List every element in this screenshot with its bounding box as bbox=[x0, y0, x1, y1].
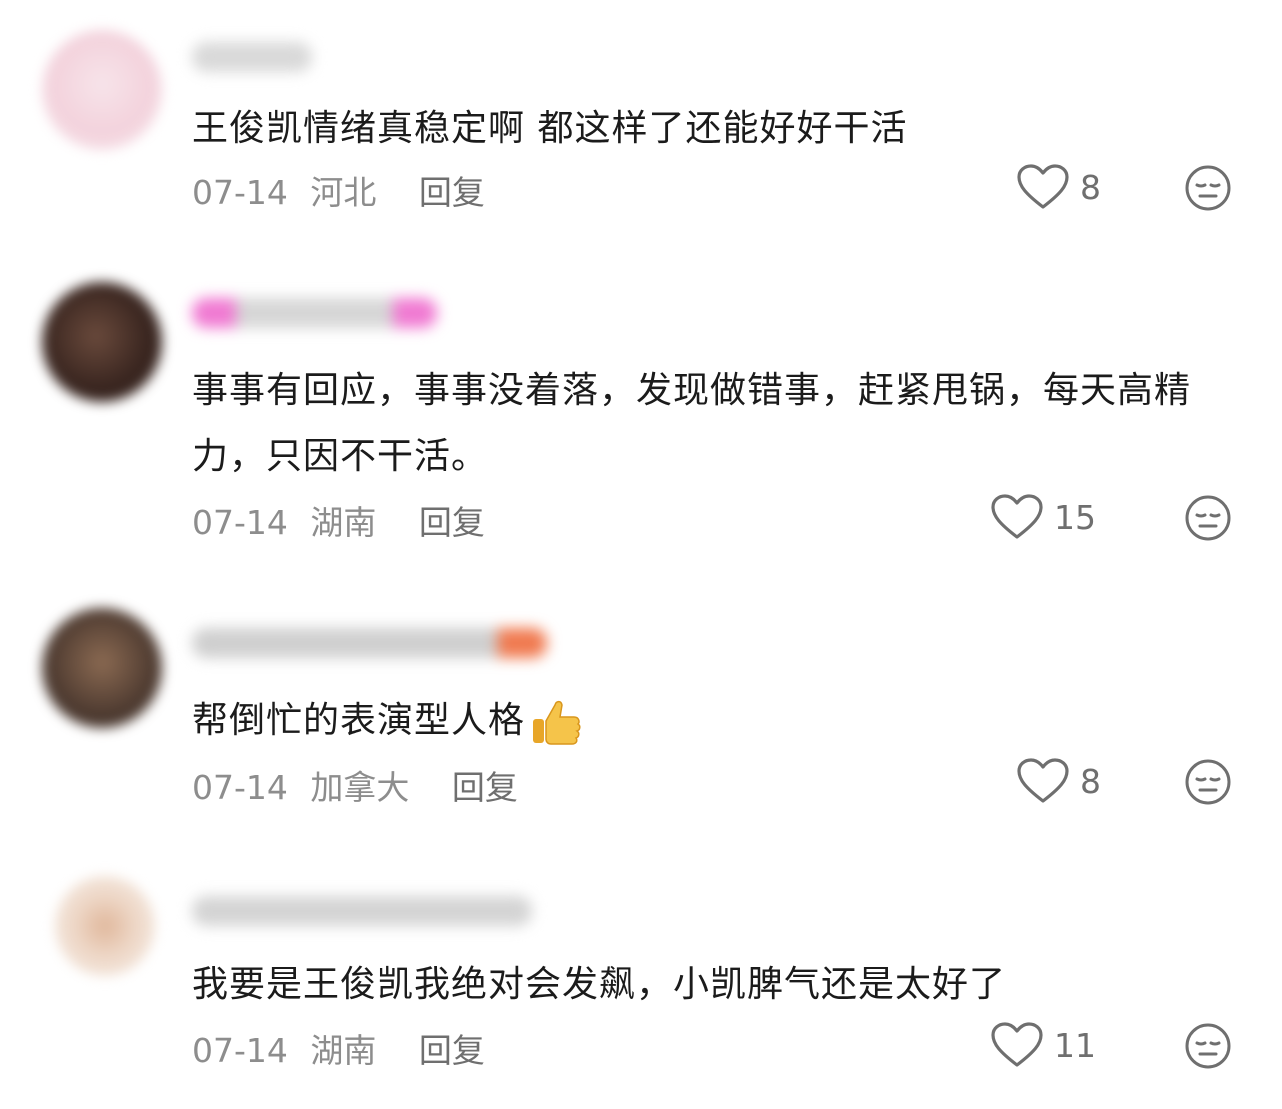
comment-date: 07-14 bbox=[192, 503, 288, 542]
like-button[interactable]: 8 bbox=[1016, 162, 1101, 212]
reply-button[interactable]: 回复 bbox=[419, 1024, 485, 1072]
comment-text: 事事有回应，事事没着落，发现做错事，赶紧甩锅，每天高精力，只因不干活。 bbox=[192, 370, 1192, 477]
like-button[interactable]: 15 bbox=[990, 492, 1096, 542]
comment-meta: 07-14 湖南 回复 bbox=[192, 496, 485, 544]
thumbs-up-icon bbox=[533, 700, 581, 745]
comment-location: 加拿大 bbox=[310, 768, 410, 807]
comment-meta: 07-14 河北 回复 bbox=[192, 166, 485, 214]
heart-outline-icon bbox=[991, 1022, 1043, 1067]
comment-date: 07-14 bbox=[192, 768, 288, 807]
avatar[interactable] bbox=[42, 30, 162, 150]
avatar[interactable] bbox=[42, 608, 162, 728]
like-count: 11 bbox=[1054, 1025, 1096, 1065]
reply-button[interactable]: 回复 bbox=[419, 496, 485, 544]
comment-meta: 07-14 湖南 回复 bbox=[192, 1024, 485, 1072]
comment-text: 帮倒忙的表演型人格 bbox=[192, 688, 1232, 754]
comment-text: 我要是王俊凯我绝对会发飙，小凯脾气还是太好了 bbox=[192, 964, 1007, 1005]
like-button[interactable]: 8 bbox=[1016, 756, 1101, 806]
username-blurred[interactable] bbox=[192, 628, 547, 658]
username-blurred[interactable] bbox=[192, 42, 312, 72]
neutral-face-icon[interactable] bbox=[1184, 494, 1232, 542]
username-blurred[interactable] bbox=[192, 298, 437, 328]
like-count: 8 bbox=[1080, 167, 1101, 207]
comment-text: 王俊凯情绪真稳定啊 都这样了还能好好干活 bbox=[192, 108, 908, 149]
comment-date: 07-14 bbox=[192, 1031, 288, 1070]
comment-location: 河北 bbox=[310, 173, 377, 212]
reply-button[interactable]: 回复 bbox=[452, 761, 518, 809]
like-button[interactable]: 11 bbox=[990, 1020, 1096, 1070]
heart-outline-icon bbox=[991, 494, 1043, 539]
neutral-face-icon[interactable] bbox=[1184, 164, 1232, 212]
avatar[interactable] bbox=[42, 282, 162, 402]
comment-meta: 07-14 加拿大 回复 bbox=[192, 761, 518, 809]
comment-text-content: 帮倒忙的表演型人格 bbox=[192, 700, 526, 741]
like-count: 15 bbox=[1054, 497, 1096, 537]
comment-location: 湖南 bbox=[310, 1031, 377, 1070]
reply-button[interactable]: 回复 bbox=[419, 166, 485, 214]
heart-outline-icon bbox=[1017, 758, 1069, 803]
neutral-face-icon[interactable] bbox=[1184, 758, 1232, 806]
like-count: 8 bbox=[1080, 761, 1101, 801]
comment-location: 湖南 bbox=[310, 503, 377, 542]
comment-date: 07-14 bbox=[192, 173, 288, 212]
avatar[interactable] bbox=[55, 876, 155, 976]
username-blurred[interactable] bbox=[192, 896, 532, 926]
heart-outline-icon bbox=[1017, 164, 1069, 209]
neutral-face-icon[interactable] bbox=[1184, 1022, 1232, 1070]
